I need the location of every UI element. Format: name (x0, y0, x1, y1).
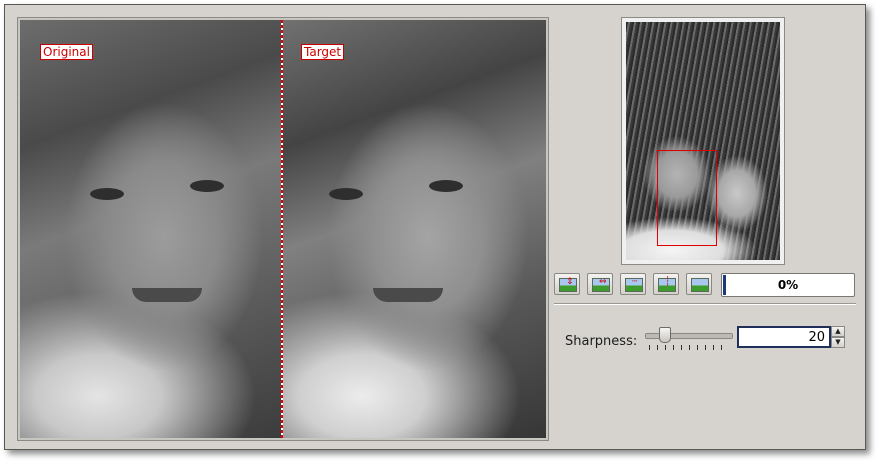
preview-horizontal-cont-button[interactable]: ┄ (620, 273, 646, 295)
separator (554, 303, 856, 305)
original-preview-pane[interactable]: Original (20, 20, 281, 438)
target-photo (283, 20, 546, 438)
split-horizontal-cont-icon: ┄ (625, 277, 643, 292)
thumbnail-panel (621, 17, 785, 265)
target-preview-pane[interactable]: Target (283, 20, 546, 438)
sharpness-label: Sharpness: (565, 334, 638, 349)
photo-eye (329, 188, 363, 200)
preview-area[interactable]: Original Target (17, 17, 549, 441)
sharpness-input[interactable] (741, 329, 825, 345)
preview-horizontal-button[interactable]: ⇕ (554, 273, 580, 295)
original-photo (20, 20, 281, 438)
spin-down-button[interactable]: ▼ (831, 337, 845, 348)
arrow-up-icon: ▲ (835, 327, 841, 335)
split-horizontal-icon: ⇕ (559, 277, 577, 292)
target-label: Target (301, 44, 345, 60)
photo-eye (190, 180, 224, 192)
image-icon (691, 278, 709, 292)
spin-buttons: ▲ ▼ (831, 326, 845, 348)
sharpness-spinbox[interactable] (737, 326, 831, 348)
preview-vertical-cont-button[interactable]: ┆ (653, 273, 679, 295)
preview-target-button[interactable] (686, 273, 712, 295)
preview-vertical-button[interactable]: ⇔ (587, 273, 613, 295)
dialog-window: Original Target ⇕ ⇔ ┄ ┆ 0% Sharpness: 20… (4, 4, 866, 450)
sharpness-slider[interactable] (645, 325, 733, 353)
photo-mouth (132, 288, 202, 302)
slider-handle[interactable] (659, 327, 671, 343)
arrow-down-icon: ▼ (835, 338, 841, 346)
photo-mouth (373, 288, 443, 302)
split-vertical-icon: ⇔ (592, 277, 610, 292)
split-vertical-cont-icon: ┆ (658, 277, 676, 292)
photo-eye (429, 180, 463, 192)
original-label: Original (40, 44, 93, 60)
progress-bar: 0% (721, 273, 855, 297)
thumbnail-image[interactable] (626, 22, 780, 260)
spin-up-button[interactable]: ▲ (831, 326, 845, 337)
selection-rectangle[interactable] (657, 150, 717, 246)
photo-eye (90, 188, 124, 200)
slider-ticks (649, 345, 729, 350)
progress-text: 0% (777, 278, 799, 292)
